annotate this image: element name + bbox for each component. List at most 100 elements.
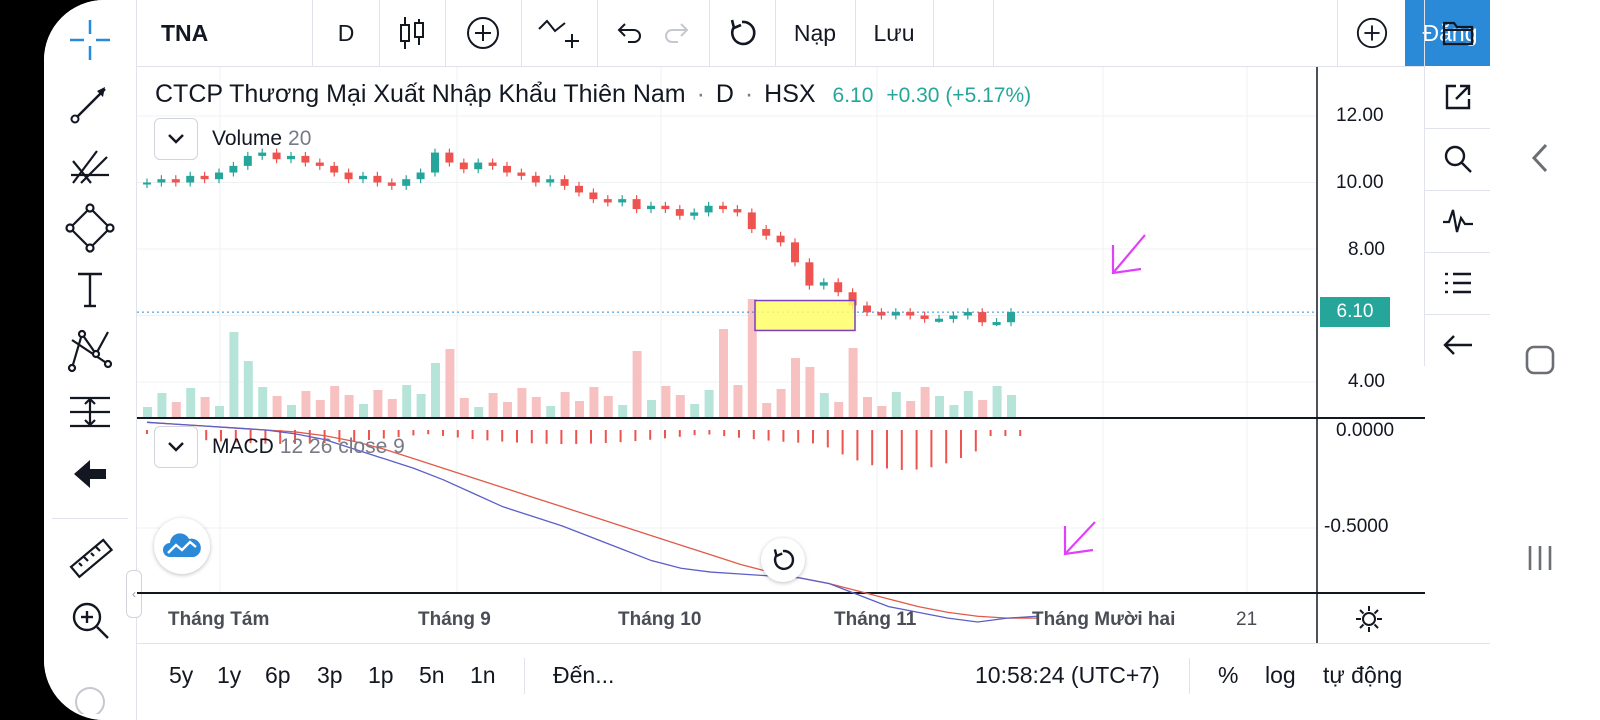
save-button[interactable]: Lưu bbox=[855, 0, 934, 66]
range-6m[interactable]: 6p bbox=[265, 662, 291, 689]
volume-bar bbox=[373, 390, 383, 417]
chart-type-button[interactable] bbox=[379, 0, 446, 66]
volume-bar bbox=[459, 398, 469, 417]
volume-bar bbox=[805, 367, 815, 417]
range-5y[interactable]: 5y bbox=[169, 662, 193, 689]
volume-bar bbox=[445, 349, 455, 417]
volume-bar bbox=[186, 388, 196, 417]
tradingview-logo[interactable] bbox=[154, 518, 210, 574]
candle-body bbox=[704, 205, 713, 213]
volume-bars bbox=[143, 299, 1016, 417]
range-1d[interactable]: 1n bbox=[470, 662, 496, 689]
percent-toggle[interactable]: % bbox=[1218, 662, 1238, 689]
volume-bar bbox=[474, 407, 484, 417]
candle-body bbox=[416, 172, 425, 180]
candle-body bbox=[560, 179, 569, 186]
clock-display[interactable]: 10:58:24 (UTC+7) bbox=[975, 662, 1160, 689]
bottom-divider bbox=[1189, 658, 1190, 694]
candle-body bbox=[330, 165, 339, 173]
search-button[interactable] bbox=[1425, 128, 1490, 191]
price-axis-label: 4.00 bbox=[1348, 371, 1385, 392]
candle-body bbox=[762, 229, 771, 236]
back-arrow-icon[interactable] bbox=[62, 446, 118, 502]
nav-back-button[interactable] bbox=[1512, 130, 1568, 186]
collapse-panel-button[interactable] bbox=[1425, 314, 1490, 376]
load-button[interactable]: Nạp bbox=[775, 0, 856, 66]
volume-bar bbox=[733, 385, 743, 417]
candle-body bbox=[503, 165, 511, 173]
zoom-in-icon[interactable] bbox=[62, 592, 118, 648]
legend-change: +0.30 (+5.17%) bbox=[886, 84, 1032, 107]
macd-axis-label: 0.0000 bbox=[1336, 420, 1395, 441]
candle-body bbox=[978, 312, 987, 323]
volume-bar bbox=[776, 389, 786, 417]
ruler-icon[interactable] bbox=[62, 530, 118, 586]
trend-line-icon[interactable] bbox=[62, 76, 118, 132]
refresh-button[interactable] bbox=[709, 0, 776, 66]
range-3m[interactable]: 3p bbox=[317, 662, 343, 689]
log-toggle[interactable]: log bbox=[1265, 662, 1296, 689]
top-toolbar: TNA D Nạp Lưu Đăng bbox=[137, 0, 1490, 67]
candle-body bbox=[171, 179, 180, 183]
candle-body bbox=[200, 175, 209, 180]
shapes-icon[interactable] bbox=[62, 200, 118, 256]
legend-sep: · bbox=[696, 80, 705, 108]
pulse-button[interactable] bbox=[1425, 190, 1490, 253]
reset-chart-button[interactable] bbox=[761, 538, 805, 582]
undo-icon[interactable] bbox=[614, 18, 644, 48]
symbol-search-button[interactable]: TNA bbox=[137, 0, 313, 66]
folder-button[interactable] bbox=[1424, 0, 1490, 66]
candle-body bbox=[863, 305, 871, 313]
chevron-down-icon bbox=[168, 442, 184, 452]
macd-collapse-button[interactable] bbox=[154, 426, 198, 468]
refresh-icon bbox=[730, 19, 756, 46]
range-1y[interactable]: 1y bbox=[217, 662, 241, 689]
add-chart-button[interactable] bbox=[1337, 0, 1406, 66]
volume-bar bbox=[920, 387, 930, 417]
candle-body bbox=[589, 192, 598, 200]
pattern-icon[interactable] bbox=[62, 322, 118, 378]
goto-date-button[interactable]: Đến... bbox=[553, 662, 614, 689]
candlesticks bbox=[143, 148, 1015, 327]
volume-bar bbox=[546, 406, 556, 417]
candle-body bbox=[344, 172, 353, 180]
pitchfork-icon[interactable] bbox=[62, 138, 118, 194]
candle-body bbox=[459, 162, 468, 170]
chart-settings-button[interactable] bbox=[1354, 604, 1384, 634]
interval-button[interactable]: D bbox=[313, 0, 380, 66]
volume-collapse-button[interactable] bbox=[154, 118, 198, 160]
time-axis-label: Tháng 9 bbox=[418, 609, 491, 630]
range-1m[interactable]: 1p bbox=[368, 662, 394, 689]
candle-body bbox=[186, 175, 195, 183]
text-tool-icon[interactable] bbox=[62, 262, 118, 318]
candle-body bbox=[143, 182, 151, 185]
nav-home-button[interactable] bbox=[1512, 332, 1568, 388]
auto-scale-toggle[interactable]: tự động bbox=[1323, 662, 1402, 689]
volume-bar bbox=[531, 397, 541, 417]
time-axis-label: Tháng 11 bbox=[834, 609, 917, 630]
watchlist-button[interactable] bbox=[1425, 252, 1490, 315]
nav-recents-button[interactable] bbox=[1512, 530, 1568, 586]
candle-body bbox=[632, 199, 641, 210]
volume-bar bbox=[258, 387, 268, 417]
volume-bar bbox=[1007, 395, 1016, 417]
magnet-icon[interactable] bbox=[62, 666, 118, 720]
volume-bar bbox=[690, 404, 700, 417]
time-axis-label: Tháng Tám bbox=[168, 609, 270, 630]
price-axis-label: 12.00 bbox=[1336, 105, 1384, 126]
volume-bar bbox=[661, 386, 671, 417]
measure-range-icon[interactable] bbox=[62, 384, 118, 440]
volume-bar bbox=[819, 393, 829, 417]
indicators-button[interactable] bbox=[521, 0, 598, 66]
candle-body bbox=[935, 318, 943, 322]
candle-body bbox=[690, 212, 699, 216]
volume-bar bbox=[301, 391, 311, 417]
crosshair-icon[interactable] bbox=[62, 12, 118, 68]
range-5d[interactable]: 5n bbox=[419, 662, 445, 689]
open-external-button[interactable] bbox=[1425, 66, 1490, 129]
last-price-tag: 6.10 bbox=[1320, 297, 1390, 327]
volume-bar bbox=[935, 396, 944, 417]
volume-param: 20 bbox=[288, 127, 312, 150]
compare-add-button[interactable] bbox=[445, 0, 522, 66]
redo-icon[interactable] bbox=[662, 18, 692, 48]
